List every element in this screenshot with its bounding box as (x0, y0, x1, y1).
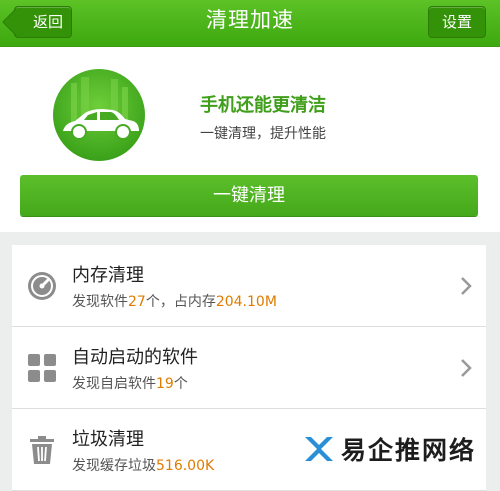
speedometer-icon (28, 272, 56, 300)
list-item-memory-clean[interactable]: 内存清理 发现软件27个，占内存204.10M (12, 245, 486, 327)
row-title: 垃圾清理 (72, 429, 144, 450)
apps-grid-icon (28, 354, 56, 382)
row-title: 自动启动的软件 (72, 347, 198, 368)
top-bar: 返回 清理加速 设置 (0, 0, 500, 47)
one-click-clean-button[interactable]: 一键清理 (20, 175, 478, 216)
row-description: 发现软件27个，占内存204.10M (72, 294, 277, 310)
chevron-right-icon (461, 277, 472, 295)
page-title: 清理加速 (206, 8, 294, 32)
hero-panel: 手机还能更清洁 一键清理，提升性能 一键清理 (0, 47, 500, 232)
watermark-logo-icon (305, 437, 333, 461)
trash-icon (30, 436, 54, 464)
chevron-right-icon (461, 359, 472, 377)
watermark: 易企推网络 (303, 425, 500, 473)
row-description: 发现自启软件19个 (72, 376, 188, 392)
row-title: 内存清理 (72, 265, 144, 286)
car-illustration-icon (53, 69, 145, 161)
hero-headline: 手机还能更清洁 (200, 95, 326, 116)
settings-button[interactable]: 设置 (428, 6, 486, 38)
hero-subline: 一键清理，提升性能 (200, 126, 326, 142)
watermark-text: 易企推网络 (341, 436, 477, 465)
row-description: 发现缓存垃圾516.00K (72, 458, 215, 474)
list-item-auto-start[interactable]: 自动启动的软件 发现自启软件19个 (12, 327, 486, 409)
